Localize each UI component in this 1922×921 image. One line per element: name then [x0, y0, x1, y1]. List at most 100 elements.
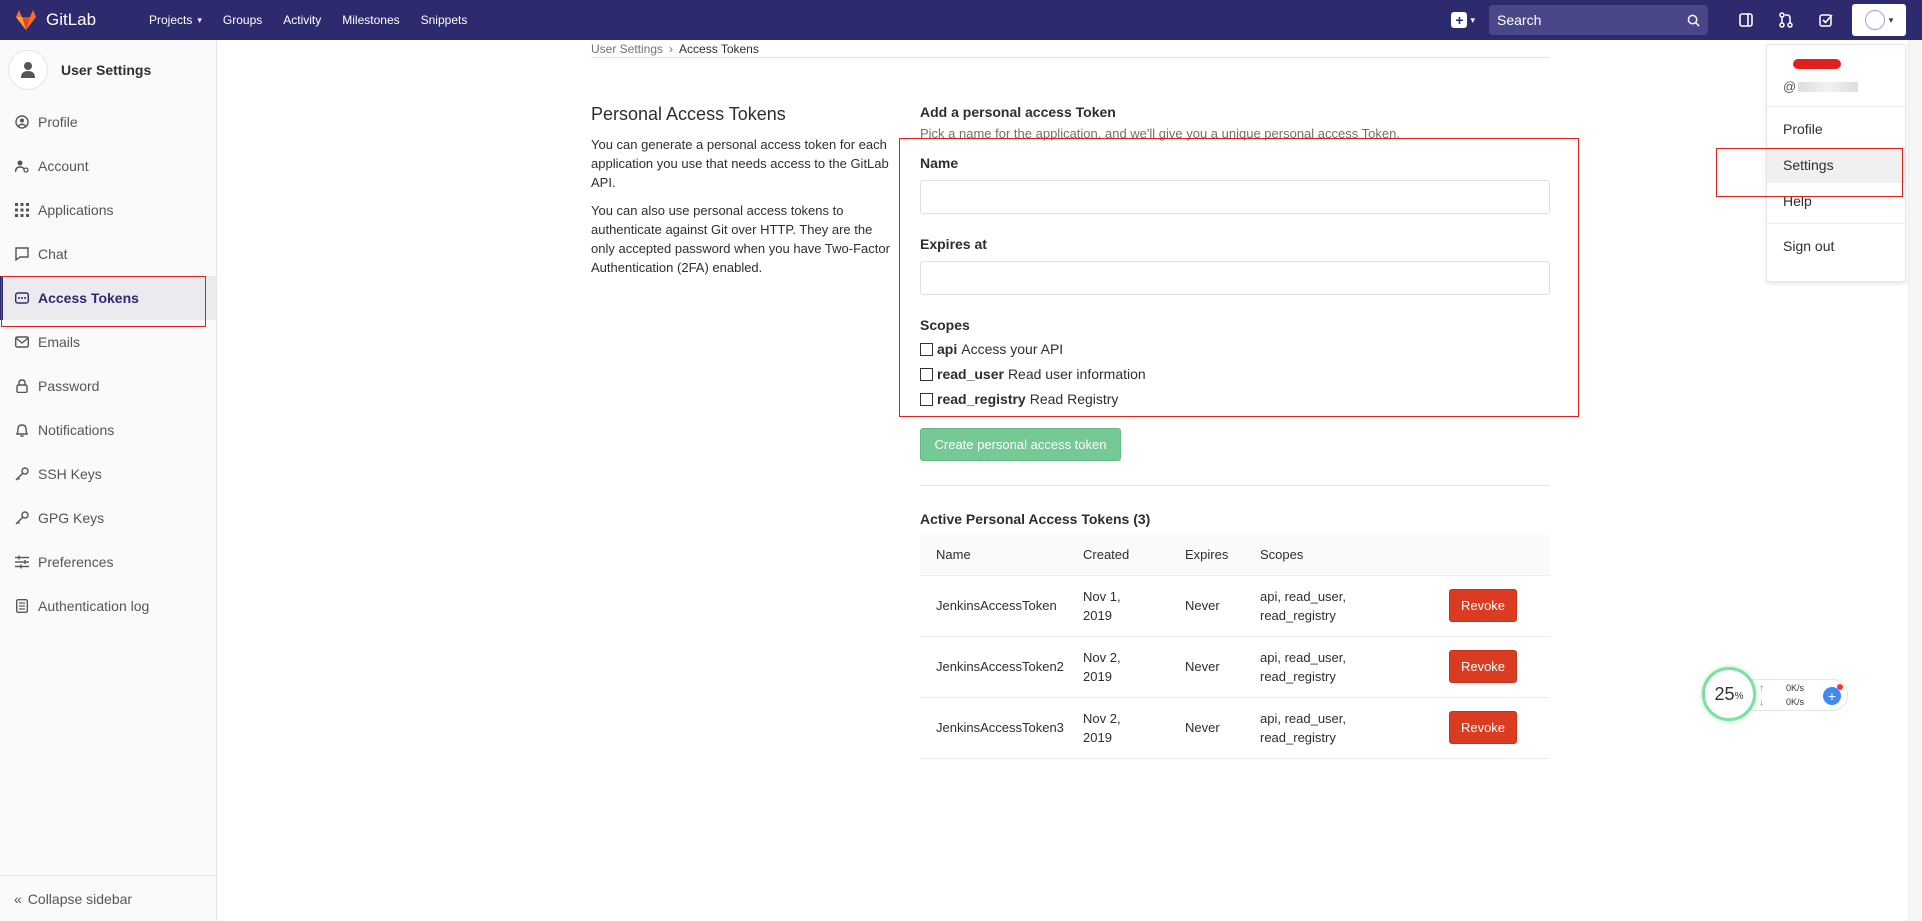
merge-request-icon[interactable]	[1766, 0, 1806, 40]
sidebar-item-notifications[interactable]: Notifications	[0, 408, 216, 452]
scope-read-registry-checkbox[interactable]	[920, 392, 933, 406]
nav-milestones[interactable]: Milestones	[342, 13, 399, 27]
sidebar-item-applications[interactable]: Applications	[0, 188, 216, 232]
scope-key: read_user	[937, 366, 1004, 382]
network-speed-widget[interactable]: ↑ 0K/s ↓ 0K/s + 25%	[1702, 667, 1848, 721]
expires-at-input[interactable]	[920, 261, 1550, 295]
sidebar-item-chat[interactable]: Chat	[0, 232, 216, 276]
chevron-down-icon: ▾	[1888, 14, 1894, 25]
upload-arrow-icon: ↑	[1759, 683, 1764, 694]
applications-icon	[14, 202, 30, 218]
search-placeholder: Search	[1497, 12, 1542, 28]
col-scopes: Scopes	[1260, 535, 1449, 576]
sidebar-item-label: GPG Keys	[38, 510, 105, 526]
revoke-button[interactable]: Revoke	[1449, 589, 1517, 622]
chevron-down-icon: ▾	[1470, 14, 1475, 25]
token-icon	[14, 290, 30, 306]
divider	[920, 485, 1550, 486]
todo-panel-icon[interactable]	[1726, 0, 1766, 40]
token-form: Add a personal access Token Pick a name …	[920, 104, 1550, 416]
redacted-handle	[1798, 81, 1859, 92]
scope-api[interactable]: api Access your API	[920, 341, 1550, 357]
sidebar-item-access-tokens[interactable]: Access Tokens	[0, 276, 216, 320]
revoke-button[interactable]: Revoke	[1449, 650, 1517, 683]
sidebar-item-emails[interactable]: Emails	[0, 320, 216, 364]
sidebar-item-password[interactable]: Password	[0, 364, 216, 408]
key-icon	[14, 466, 30, 482]
scopes-line-2: read_registry	[1260, 729, 1336, 745]
user-avatar-button[interactable]: ▾	[1852, 4, 1906, 36]
scope-read-user-checkbox[interactable]	[920, 367, 933, 381]
search-input[interactable]: Search	[1489, 5, 1708, 35]
user-handle: @	[1783, 79, 1889, 94]
redacted-user-name	[1793, 59, 1841, 69]
todos-check-icon[interactable]	[1806, 0, 1846, 40]
nav-groups[interactable]: Groups	[223, 13, 262, 27]
sidebar-item-label: Authentication log	[38, 598, 150, 614]
sidebar-item-ssh-keys[interactable]: SSH Keys	[0, 452, 216, 496]
sidebar-item-profile[interactable]: Profile	[0, 100, 216, 144]
gitlab-logo[interactable]: GitLab	[14, 8, 134, 32]
active-tokens-table: Name Created Expires Scopes JenkinsAcces…	[920, 535, 1550, 759]
gitlab-fox-icon	[16, 10, 36, 30]
table-header-row: Name Created Expires Scopes	[920, 535, 1550, 576]
nav-activity[interactable]: Activity	[283, 13, 321, 27]
breadcrumb: User Settings › Access Tokens	[591, 42, 759, 56]
divider	[591, 57, 1550, 58]
scope-desc: Access your API	[961, 341, 1064, 357]
token-scopes: api, read_user, read_registry	[1260, 697, 1449, 759]
token-expires: Never	[1185, 697, 1260, 759]
collapse-sidebar-label: Collapse sidebar	[27, 890, 133, 907]
sidebar-item-preferences[interactable]: Preferences	[0, 540, 216, 584]
user-avatar-icon	[8, 50, 48, 90]
form-heading: Add a personal access Token	[920, 104, 1116, 120]
token-action-cell: Revoke	[1449, 636, 1550, 698]
created-line-2: 2019	[1083, 729, 1112, 745]
percent-sign: %	[1734, 691, 1744, 702]
user-dropdown-menu: @ Profile Settings Help Sign out	[1766, 44, 1906, 282]
token-created: Nov 1, 2019	[1083, 575, 1185, 637]
download-row: ↓ 0K/s	[1759, 697, 1804, 708]
intro-paragraph-2: You can also use personal access tokens …	[591, 203, 890, 275]
scope-api-checkbox[interactable]	[920, 342, 933, 356]
expires-label: Expires at	[920, 236, 987, 252]
notification-dot	[1837, 684, 1843, 690]
created-line-2: 2019	[1083, 668, 1112, 684]
scope-key: read_registry	[937, 391, 1026, 407]
scopes-line-1: api, read_user,	[1260, 588, 1347, 604]
sidebar-item-gpg-keys[interactable]: GPG Keys	[0, 496, 216, 540]
created-line-2: 2019	[1083, 607, 1112, 623]
menu-item-profile[interactable]: Profile	[1767, 111, 1905, 147]
double-chevron-left-icon: «	[14, 890, 22, 907]
sidebar-item-label: Notifications	[38, 422, 115, 438]
nav-projects[interactable]: Projects ▾	[149, 13, 202, 27]
sidebar-header[interactable]: User Settings	[0, 40, 216, 100]
brand-name: GitLab	[46, 10, 97, 29]
menu-item-sign-out[interactable]: Sign out	[1767, 228, 1905, 264]
sidebar-item-authentication-log[interactable]: Authentication log	[0, 584, 216, 628]
token-name: JenkinsAccessToken3	[920, 697, 1083, 759]
revoke-button[interactable]: Revoke	[1449, 711, 1517, 744]
chat-icon	[14, 246, 30, 262]
sidebar-item-label: Emails	[38, 334, 81, 350]
nav-snippets[interactable]: Snippets	[421, 13, 468, 27]
scope-read-user[interactable]: read_user Read user information	[920, 366, 1550, 382]
divider	[1767, 223, 1905, 224]
menu-item-settings[interactable]: Settings	[1767, 147, 1905, 183]
scopes-line-2: read_registry	[1260, 607, 1336, 623]
menu-item-help[interactable]: Help	[1767, 183, 1905, 219]
create-token-button[interactable]: Create personal access token	[920, 428, 1121, 461]
scope-read-registry[interactable]: read_registry Read Registry	[920, 391, 1550, 407]
token-name-input[interactable]	[920, 180, 1550, 214]
page-scrollbar[interactable]	[1908, 40, 1922, 921]
new-item-button[interactable]: + ▾	[1451, 12, 1475, 28]
sliders-icon	[14, 554, 30, 570]
sidebar-item-label: Access Tokens	[38, 290, 139, 306]
table-row: JenkinsAccessToken3 Nov 2, 2019 Never api…	[920, 697, 1550, 759]
collapse-sidebar-button[interactable]: « Collapse sidebar	[0, 875, 217, 921]
dropdown-user-info[interactable]: @	[1767, 45, 1905, 107]
sidebar-item-account[interactable]: Account	[0, 144, 216, 188]
scopes-line-1: api, read_user,	[1260, 710, 1347, 726]
form-subheading: Pick a name for the application, and we'…	[920, 126, 1400, 141]
breadcrumb-parent[interactable]: User Settings	[591, 42, 663, 56]
